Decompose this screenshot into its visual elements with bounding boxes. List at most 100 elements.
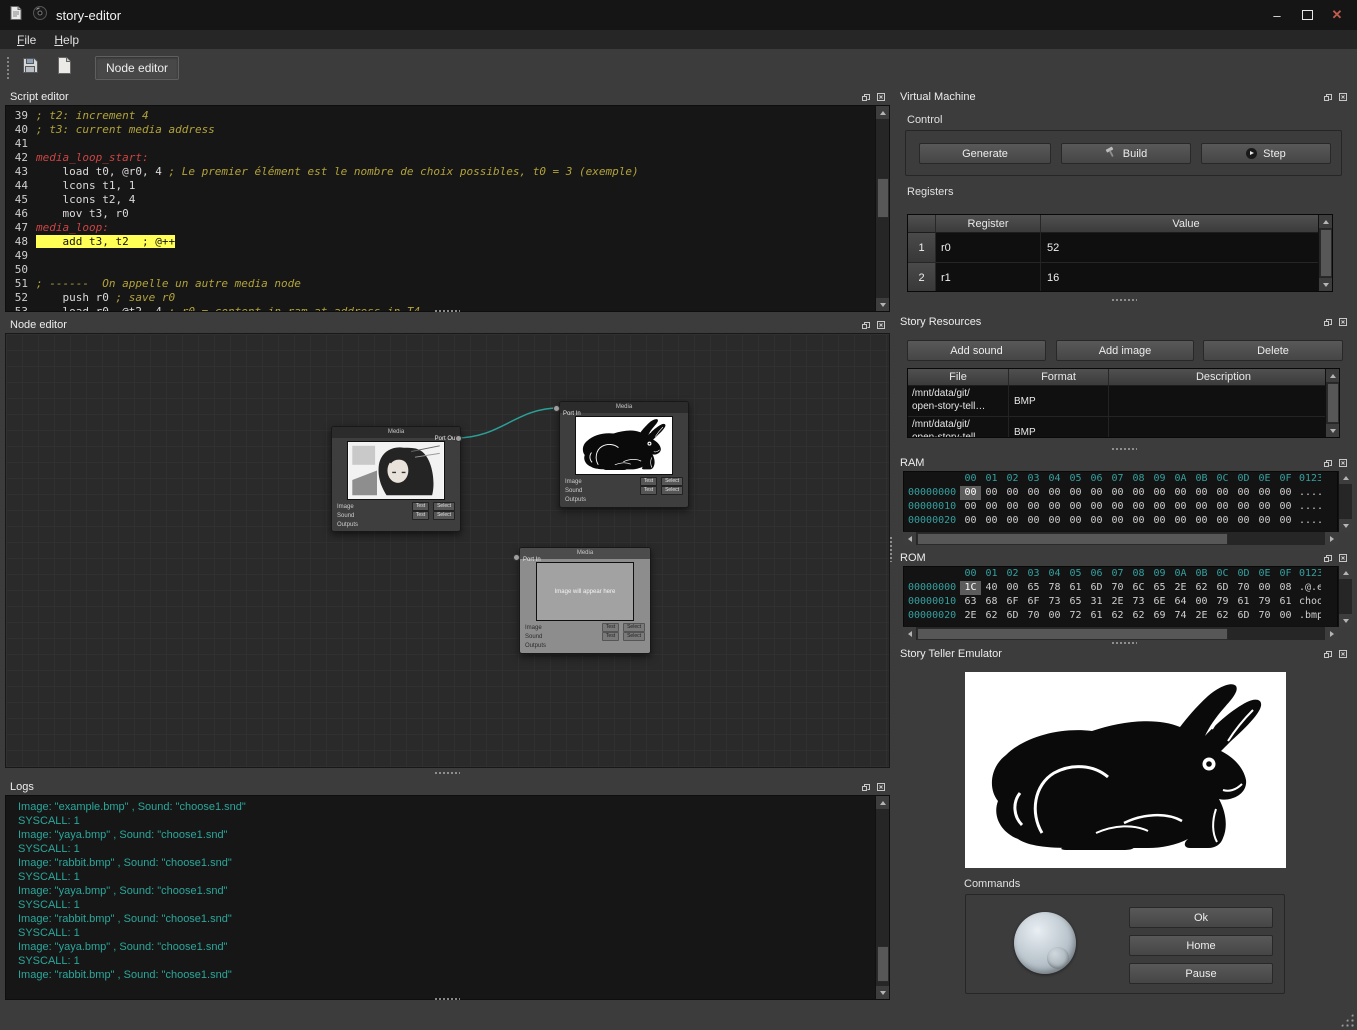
media-node[interactable]: Media Port In Image will appear here Ima… [519,547,651,654]
hex-byte[interactable]: 00 [1275,609,1296,623]
hex-byte[interactable]: 00 [1086,514,1107,528]
close-icon[interactable] [1337,648,1348,659]
hex-byte[interactable]: 00 [1107,500,1128,514]
hex-byte[interactable]: 61 [1065,581,1086,595]
hex-byte[interactable]: 00 [1044,609,1065,623]
hex-byte[interactable]: 61 [1086,609,1107,623]
undock-icon[interactable] [860,91,871,102]
hex-byte[interactable]: 00 [1065,486,1086,500]
hex-byte[interactable]: 00 [1233,500,1254,514]
hex-byte[interactable]: 00 [1191,595,1212,609]
hex-byte[interactable]: 00 [1086,500,1107,514]
close-icon[interactable] [875,91,886,102]
add-sound-button[interactable]: Add sound [907,340,1046,361]
ram-hscrollbar[interactable] [903,531,1338,545]
media-node[interactable]: Media Port In ImageTestSelect SoundTestS… [559,401,689,508]
hex-byte[interactable]: 00 [960,514,981,528]
hex-byte[interactable]: 70 [1107,581,1128,595]
hex-byte[interactable]: 61 [1233,595,1254,609]
close-icon[interactable] [875,781,886,792]
value-column-header[interactable]: Value [1041,215,1332,233]
hex-byte[interactable]: 61 [1275,595,1296,609]
hex-byte[interactable]: 00 [1275,486,1296,500]
hex-byte[interactable]: 00 [1002,581,1023,595]
script-scrollbar[interactable] [875,106,889,311]
hex-byte[interactable]: 00 [1191,514,1212,528]
hex-byte[interactable]: 62 [1191,581,1212,595]
scroll-right-icon[interactable] [1325,532,1338,545]
hex-byte[interactable]: 00 [1254,581,1275,595]
hex-byte[interactable]: 6E [1149,595,1170,609]
scroll-thumb[interactable] [1320,229,1332,277]
scroll-thumb[interactable] [1327,383,1339,423]
hex-byte[interactable]: 00 [1149,500,1170,514]
undock-icon[interactable] [1322,316,1333,327]
splitter-handle[interactable] [434,309,460,314]
hex-byte[interactable]: 00 [1149,486,1170,500]
code-line[interactable]: 52 push r0 ; save r0 [6,291,876,305]
select-button[interactable]: Select [623,632,645,641]
hex-byte[interactable]: 00 [1254,500,1275,514]
resize-grip[interactable] [1340,1013,1354,1027]
test-button[interactable]: Test [602,632,619,641]
hex-byte[interactable]: 69 [1149,609,1170,623]
scroll-thumb[interactable] [917,533,1228,545]
code-line[interactable]: 46 mov t3, r0 [6,207,876,221]
hex-byte[interactable]: 00 [1044,500,1065,514]
hex-byte[interactable]: 00 [1107,514,1128,528]
hex-byte[interactable]: 00 [1275,500,1296,514]
hex-byte[interactable]: 08 [1275,581,1296,595]
scroll-down-icon[interactable] [1326,424,1339,437]
register-row[interactable]: 2r116 [908,263,1332,292]
undock-icon[interactable] [1322,457,1333,468]
hex-byte[interactable]: 00 [1002,486,1023,500]
close-icon[interactable] [1337,457,1348,468]
code-line[interactable]: 45 lcons t2, 4 [6,193,876,207]
hex-byte[interactable]: 00 [1065,500,1086,514]
scroll-down-icon[interactable] [1319,278,1332,291]
hex-byte[interactable]: 74 [1170,609,1191,623]
hex-byte[interactable]: 00 [1023,514,1044,528]
file-column-header[interactable]: File [908,369,1009,386]
hex-byte[interactable]: 00 [960,486,981,500]
resource-row[interactable]: /mnt/data/git/open-story-tell…BMP [908,417,1339,438]
hex-byte[interactable]: 6C [1128,581,1149,595]
home-button[interactable]: Home [1129,935,1273,956]
format-column-header[interactable]: Format [1009,369,1109,386]
hex-byte[interactable]: 2E [960,609,981,623]
menu-item-help[interactable]: Help [45,32,88,48]
generate-button[interactable]: Generate [919,143,1051,164]
export-button[interactable] [50,54,77,81]
test-button[interactable]: Test [640,477,657,486]
hex-byte[interactable]: 68 [981,595,1002,609]
hex-byte[interactable]: 00 [1191,500,1212,514]
hex-byte[interactable]: 65 [1023,581,1044,595]
code-line[interactable]: 50 [6,263,876,277]
scroll-thumb[interactable] [917,628,1228,640]
test-button[interactable]: Test [640,486,657,495]
hex-byte[interactable]: 00 [1128,514,1149,528]
scroll-up-icon[interactable] [1326,369,1339,382]
description-column-header[interactable]: Description [1109,369,1339,386]
hex-byte[interactable]: 2E [1191,609,1212,623]
hex-byte[interactable]: 73 [1128,595,1149,609]
hex-byte[interactable]: 00 [1254,486,1275,500]
hex-byte[interactable]: 78 [1044,581,1065,595]
scroll-up-icon[interactable] [1339,566,1352,579]
pause-button[interactable]: Pause [1129,963,1273,984]
hex-byte[interactable]: 00 [981,514,1002,528]
undock-icon[interactable] [1322,552,1333,563]
scroll-up-icon[interactable] [1339,471,1352,484]
close-icon[interactable] [1337,91,1348,102]
code-line[interactable]: 44 lcons t1, 1 [6,179,876,193]
hex-byte[interactable]: 00 [981,486,1002,500]
hex-byte[interactable]: 00 [1170,486,1191,500]
hex-byte[interactable]: 00 [1149,514,1170,528]
hex-byte[interactable]: 63 [960,595,981,609]
hex-byte[interactable]: 2E [1107,595,1128,609]
hex-byte[interactable]: 1C [960,581,981,595]
hex-byte[interactable]: 00 [1212,514,1233,528]
hex-byte[interactable]: 00 [1212,500,1233,514]
scroll-left-icon[interactable] [903,532,916,545]
hex-byte[interactable]: 00 [1212,486,1233,500]
